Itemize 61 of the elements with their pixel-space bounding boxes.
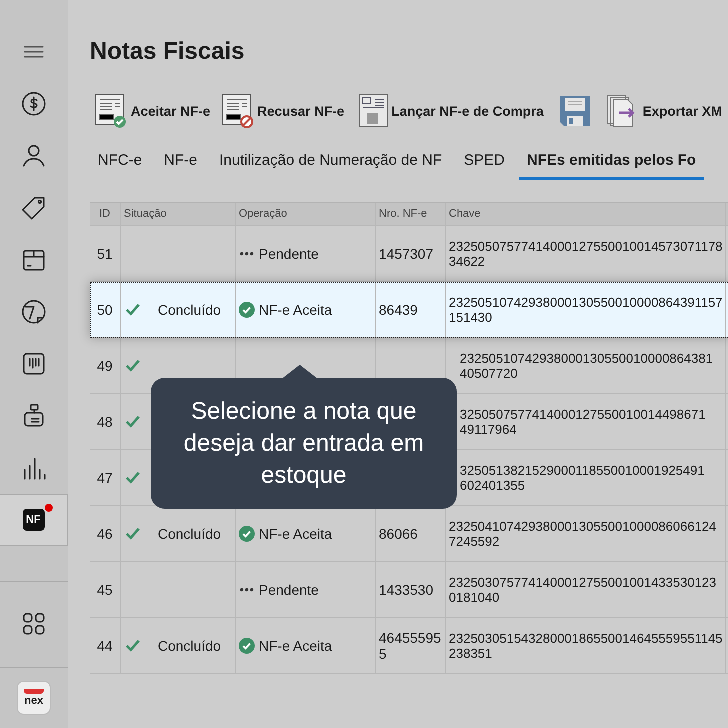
check-circle-icon [239,302,255,318]
table-cell: 50 [90,282,121,337]
column-header[interactable]: Chave [446,203,726,225]
operation-text: Pendente [259,246,319,262]
table-cell: 46 [90,506,121,561]
toolbar-button[interactable]: Lançar NF-e de Compra [354,94,550,128]
table-row[interactable]: 44 Concluído NF-e Aceita 464555955 23250305154328000186550014645559551145238351 [90,618,728,674]
table-cell: 47 [90,450,121,505]
table-row[interactable]: 45 Pendente 1433530 23250307577414000127550010014335301230181040 [90,562,728,618]
table-cell: 2325050757741400012755001001457307117834622 [446,226,726,281]
table-cell: 86439 [379,302,418,318]
table-cell: 48 [90,394,121,449]
toolbar-button[interactable]: Exportar XM [602,94,728,128]
operation-text: NF-e Aceita [259,638,332,654]
barcode-icon [21,350,47,377]
app-logo[interactable]: nex [17,681,51,716]
tab[interactable]: NFC-e [90,146,150,180]
check-circle-icon [239,638,255,654]
table-cell: 464555955 [379,630,442,662]
person-icon [21,142,47,169]
column-header[interactable]: Situação [121,203,236,225]
dots-icon [239,250,255,256]
document-blocked-icon [220,93,255,129]
tab[interactable]: NF-e [156,146,206,180]
table-cell: 49 [90,338,121,393]
table-row[interactable]: 50 Concluído NF-e Aceita 86439 23250510742938000130550010000864391157151430 [90,282,728,338]
column-header[interactable]: Nro. NF-e [376,203,446,225]
nf-icon: NF [22,508,44,531]
table-cell: 44 [90,618,121,673]
operation-text: NF-e Aceita [259,302,332,318]
operation-text: Pendente [259,582,319,598]
tab[interactable]: NFEs emitidas pelos Fo [519,146,704,180]
table-cell: 23250510742938000130550010000864391157151430 [446,282,726,337]
column-header[interactable]: ID [90,203,121,225]
tag-icon [21,194,47,221]
check-circle-icon [239,526,255,542]
status-text: Concluído [158,526,222,542]
operation-text: NF-e Aceita [259,526,332,542]
table-cell: 23250307577414000127550010014335301230181040 [446,562,726,617]
table-cell: 86066 [379,526,418,542]
qr-document-icon [358,94,389,128]
dots-icon [239,586,255,592]
sidebar-item[interactable]: NF [0,494,68,546]
tooltip: Selecione a nota que deseja dar entrada em estoque [151,378,457,509]
column-header[interactable]: Operação [236,203,376,225]
toolbar-button[interactable]: Recusar NF-e [216,93,351,129]
status-text: Concluído [158,302,222,318]
dollar-icon [21,90,47,117]
table-cell: 1457307 [379,246,434,262]
document-check-icon [94,93,128,129]
table-cell: 1433530 [379,582,434,598]
status-text: Concluído [158,638,222,654]
table-cell: 51 [90,226,121,281]
toolbar-button[interactable]: Aceitar NF-e [90,93,217,129]
save-icon [558,94,592,128]
tab[interactable]: Inutilização de Numeração de NF [212,146,450,180]
apps-grid-icon[interactable] [21,611,47,638]
table-cell: 45 [90,562,121,617]
table-cell: 23250305154328000186550014645559551145238351 [446,618,726,673]
page-title: Notas Fiscais [90,38,246,66]
tab[interactable]: SPED [456,146,513,180]
